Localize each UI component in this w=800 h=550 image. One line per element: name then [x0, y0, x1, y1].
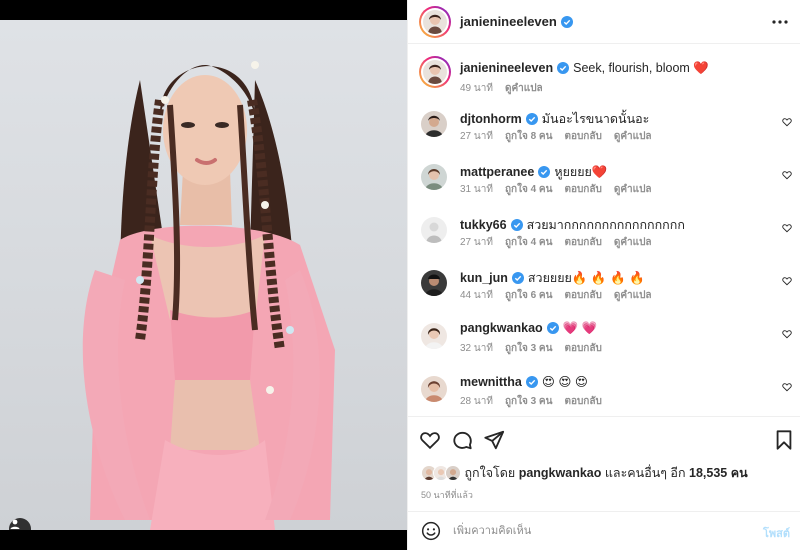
likes-count[interactable]: 18,535 [689, 466, 727, 480]
verified-badge-icon [546, 322, 559, 334]
liker-avatar [445, 465, 461, 481]
caption-time: 49 นาที [460, 83, 493, 94]
comment-username[interactable]: djtonhorm [460, 112, 522, 126]
comment-like-icon[interactable] [782, 276, 792, 286]
comment-username[interactable]: kun_jun [460, 271, 508, 285]
translate-button[interactable]: ดูคำแปล [614, 237, 652, 248]
verified-badge-icon [511, 272, 524, 284]
verified-badge-icon [557, 62, 570, 74]
comment-username[interactable]: mewnittha [460, 375, 522, 389]
caption-avatar[interactable] [419, 56, 451, 88]
liker-avatars [421, 465, 461, 481]
add-comment-bar: โพสต์ [408, 511, 800, 550]
likes-prefix: ถูกใจโดย [464, 466, 516, 480]
avatar-image [423, 10, 447, 34]
emoji-icon[interactable] [421, 521, 441, 541]
comment-username[interactable]: pangkwankao [460, 321, 543, 335]
avatar-image [423, 60, 447, 84]
comment-icon[interactable] [451, 429, 473, 451]
comment-likes[interactable]: ถูกใจ 3 คน [505, 396, 553, 407]
photo-illustration [82, 61, 335, 530]
comment-time: 27 นาที [460, 237, 493, 248]
translate-button[interactable]: ดูคำแปล [614, 290, 652, 301]
comment-like-icon[interactable] [782, 223, 792, 233]
comment-username[interactable]: tukky66 [460, 218, 507, 232]
comment-time: 27 นาที [460, 131, 493, 142]
more-icon[interactable] [771, 14, 789, 30]
post-comment-button[interactable]: โพสต์ [763, 524, 790, 542]
likes-suffix: คน [730, 466, 748, 480]
likes-middle: และคนอื่นๆ อีก [604, 466, 686, 480]
reply-button[interactable]: ตอบกลับ [564, 343, 601, 354]
comment-text: มันอะไรขนาดนั้นอะ [541, 112, 650, 126]
post-modal: janienineeleven janienineeleven Seek, fl… [0, 0, 800, 550]
verified-badge-icon [560, 16, 573, 28]
comment-like-icon[interactable] [782, 117, 792, 127]
comment-time: 44 นาที [460, 290, 493, 301]
comment-text: หูยยยย❤️ [554, 165, 608, 179]
verified-badge-icon [525, 376, 538, 388]
likes-summary: ถูกใจโดย pangkwankao และคนอื่นๆ อีก 18,5… [421, 463, 748, 483]
commenter-avatar[interactable] [421, 376, 447, 402]
commenter-avatar[interactable] [421, 270, 447, 296]
reply-button[interactable]: ตอบกลับ [564, 131, 601, 142]
verified-badge-icon [538, 166, 551, 178]
comment-input[interactable] [453, 521, 743, 541]
commenter-avatar[interactable] [421, 164, 447, 190]
reply-button[interactable]: ตอบกลับ [564, 237, 601, 248]
commenter-avatar[interactable] [421, 217, 447, 243]
comment-text: สวยยยย🔥 🔥 🔥 🔥 [527, 271, 645, 285]
liked-by-username[interactable]: pangkwankao [519, 466, 602, 480]
translate-button[interactable]: ดูคำแปล [505, 83, 543, 94]
author-avatar[interactable] [419, 6, 451, 38]
comment-likes[interactable]: ถูกใจ 8 คน [505, 131, 553, 142]
heart-icon[interactable] [419, 429, 441, 451]
comment-like-icon[interactable] [782, 382, 792, 392]
post-photo[interactable] [0, 20, 407, 530]
bookmark-icon[interactable] [773, 429, 795, 451]
comment-likes[interactable]: ถูกใจ 6 คน [505, 290, 553, 301]
user-tag-icon [10, 519, 20, 529]
commenter-avatar[interactable] [421, 323, 447, 349]
comment-likes[interactable]: ถูกใจ 4 คน [505, 184, 553, 195]
caption-text: Seek, flourish, bloom ❤️ [573, 61, 709, 75]
comment-text: 😍 😍 😍 [541, 375, 588, 389]
reply-button[interactable]: ตอบกลับ [564, 396, 601, 407]
comment-likes[interactable]: ถูกใจ 3 คน [505, 343, 553, 354]
comment-time: 31 นาที [460, 184, 493, 195]
comment-like-icon[interactable] [782, 329, 792, 339]
comment-text: สวยมากกกกกกกกกกกกกกกก [526, 218, 685, 232]
post-sidebar: janienineeleven janienineeleven Seek, fl… [407, 0, 800, 550]
comment-text: 💗 💗 [562, 321, 598, 335]
reply-button[interactable]: ตอบกลับ [564, 290, 601, 301]
photo-pane [0, 0, 407, 550]
post-header: janienineeleven [408, 0, 800, 44]
commenter-avatar[interactable] [421, 111, 447, 137]
caption-username[interactable]: janienineeleven [460, 61, 553, 75]
translate-button[interactable]: ดูคำแปล [614, 131, 652, 142]
comment-likes[interactable]: ถูกใจ 4 คน [505, 237, 553, 248]
comment-time: 32 นาที [460, 343, 493, 354]
reply-button[interactable]: ตอบกลับ [564, 184, 601, 195]
comment-like-icon[interactable] [782, 170, 792, 180]
comment-time: 28 นาที [460, 396, 493, 407]
share-icon[interactable] [483, 429, 505, 451]
comments-list: janienineeleven Seek, flourish, bloom ❤️ … [408, 45, 800, 415]
author-username[interactable]: janienineeleven [460, 14, 557, 29]
verified-badge-icon [525, 113, 538, 125]
comment-username[interactable]: mattperanee [460, 165, 534, 179]
posted-time[interactable]: 50 นาทีที่แล้ว [421, 488, 473, 502]
translate-button[interactable]: ดูคำแปล [614, 184, 652, 195]
verified-badge-icon [510, 219, 523, 231]
